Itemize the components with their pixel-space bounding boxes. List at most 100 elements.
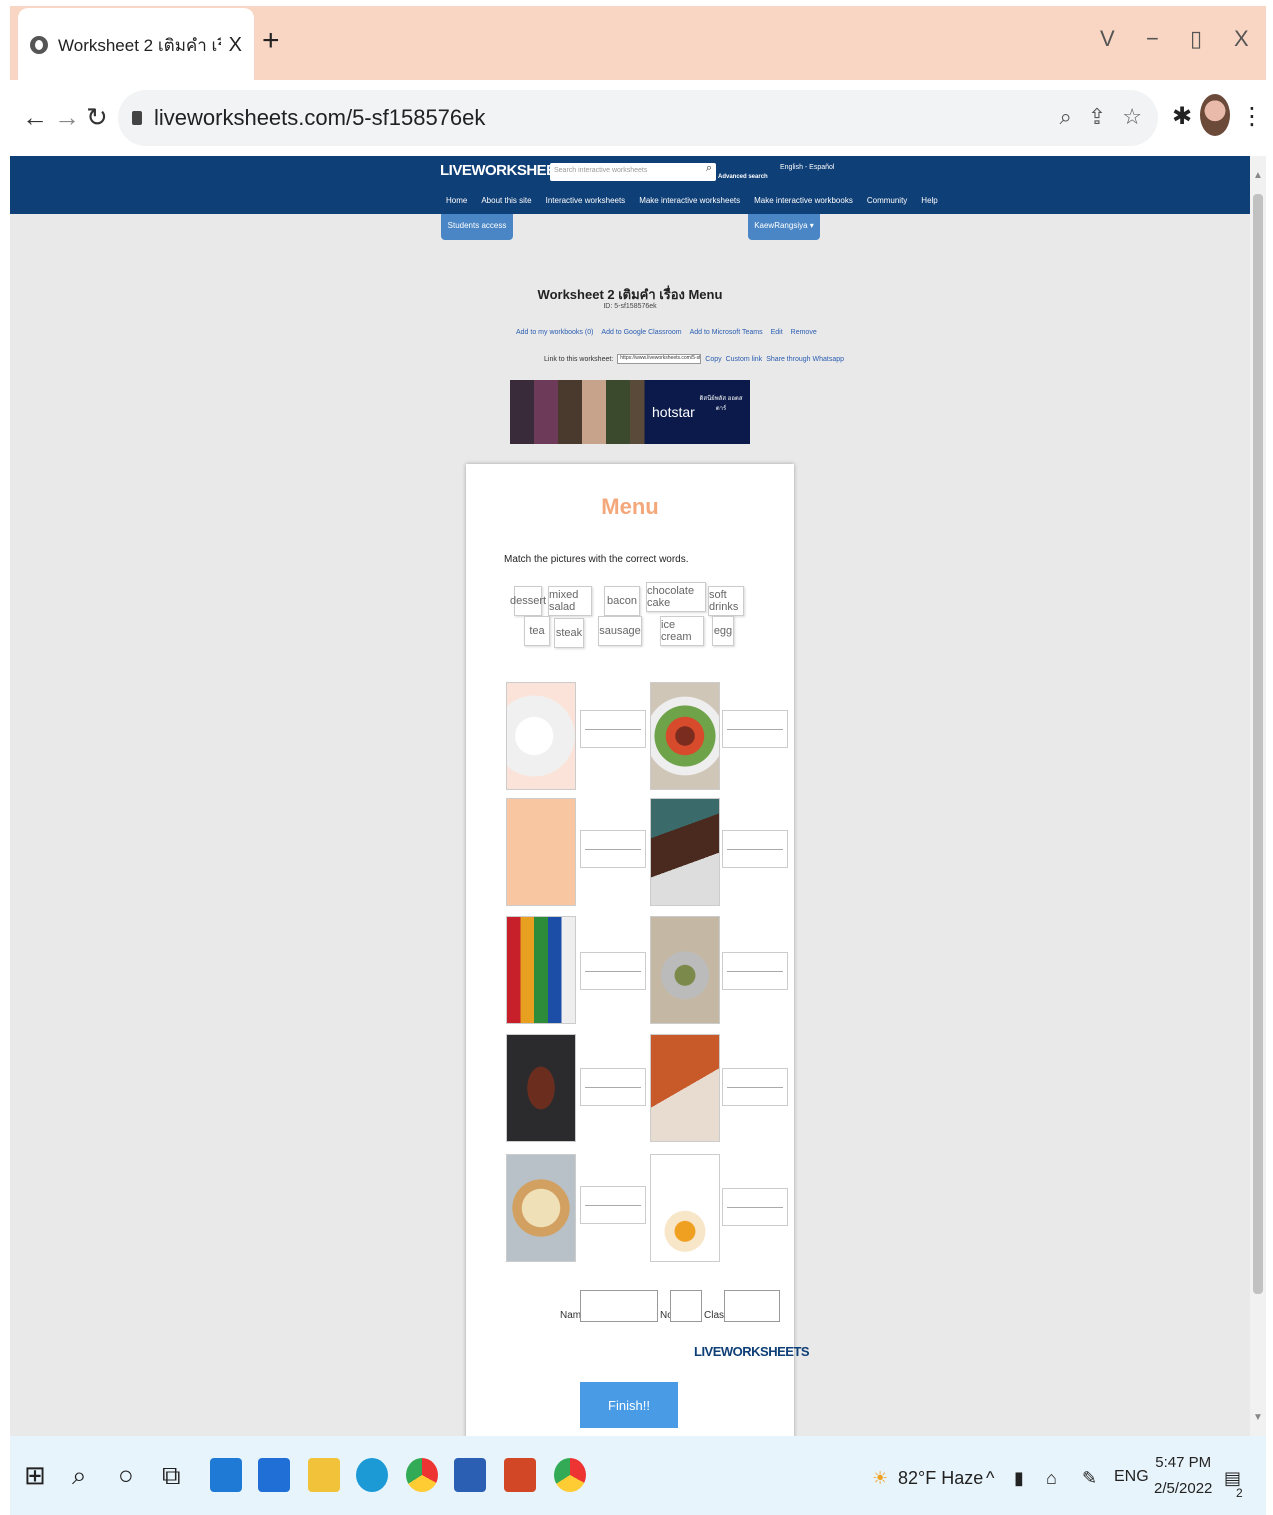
name-field[interactable]: [580, 1290, 658, 1322]
share-whatsapp-link[interactable]: Share through Whatsapp: [766, 356, 844, 363]
nav-interactive-worksheets[interactable]: Interactive worksheets: [546, 196, 626, 205]
word-card[interactable]: bacon: [604, 586, 640, 616]
url-text: liveworksheets.com/5-sf158576ek: [154, 105, 486, 130]
nav-make-workbooks[interactable]: Make interactive workbooks: [754, 196, 853, 205]
extensions-puzzle-icon[interactable]: ✱: [1172, 102, 1192, 131]
word-card[interactable]: chocolate cake: [646, 582, 706, 612]
user-menu-button[interactable]: KaewRangsiya ▾: [748, 214, 820, 240]
word-card[interactable]: dessert: [510, 586, 546, 616]
sheet-instruction: Match the pictures with the correct word…: [504, 554, 689, 565]
add-to-teams-link[interactable]: Add to Microsoft Teams: [690, 329, 763, 336]
page-viewport: LIVEWORKSHEETS Search interactive worksh…: [10, 156, 1250, 1436]
restore-button[interactable]: ▯: [1190, 26, 1202, 52]
line-app-icon[interactable]: [258, 1458, 290, 1492]
zoom-icon[interactable]: ⌕: [1060, 104, 1072, 130]
word-card[interactable]: tea: [524, 616, 550, 646]
nav-community[interactable]: Community: [867, 196, 907, 205]
search-icon[interactable]: ⌕: [706, 162, 712, 175]
word-card[interactable]: mixed salad: [548, 586, 592, 616]
class-field[interactable]: [724, 1290, 780, 1322]
new-tab-button[interactable]: +: [262, 24, 280, 58]
windows-start-icon[interactable]: ⊞: [24, 1460, 46, 1491]
site-nav: Home About this site Interactive workshe…: [446, 196, 938, 205]
mail-icon[interactable]: [210, 1458, 242, 1492]
answer-box[interactable]: [580, 710, 646, 748]
nav-help[interactable]: Help: [921, 196, 937, 205]
advanced-search-link[interactable]: Advanced search: [718, 174, 768, 180]
add-to-google-classroom-link[interactable]: Add to Google Classroom: [601, 329, 681, 336]
edit-link[interactable]: Edit: [771, 329, 783, 336]
word-card[interactable]: soft drinks: [708, 586, 744, 616]
answer-box[interactable]: [722, 952, 788, 990]
chrome-profile-icon[interactable]: [554, 1458, 586, 1492]
edge-icon[interactable]: [356, 1458, 388, 1492]
tab-close-icon[interactable]: X: [229, 34, 242, 57]
answer-box[interactable]: [580, 952, 646, 990]
picture-sausage: [650, 1034, 720, 1142]
site-favicon-icon: [30, 36, 48, 54]
network-icon[interactable]: ⌂: [1046, 1468, 1057, 1489]
add-to-workbooks-link[interactable]: Add to my workbooks (0): [516, 329, 593, 336]
nav-home[interactable]: Home: [446, 196, 467, 205]
page-scrollbar[interactable]: ▲ ▼: [1250, 156, 1266, 1436]
language-links[interactable]: English - Español: [780, 164, 834, 171]
answer-box[interactable]: [722, 710, 788, 748]
custom-link[interactable]: Custom link: [726, 356, 763, 363]
answer-box[interactable]: [722, 830, 788, 868]
powerpoint-icon[interactable]: [504, 1458, 536, 1492]
system-clock[interactable]: 5:47 PM 2/5/2022: [1154, 1450, 1212, 1502]
close-window-button[interactable]: X: [1234, 26, 1249, 52]
browser-tab[interactable]: Worksheet 2 เติมคำ เรื่อง Menu wo X: [18, 8, 254, 82]
worksheet-link-row: Link to this worksheet: https://www.live…: [544, 354, 844, 364]
menu-kebab-icon[interactable]: ⋮: [1240, 102, 1264, 131]
students-access-button[interactable]: Students access: [441, 214, 513, 240]
share-icon[interactable]: ⇪: [1088, 104, 1106, 130]
answer-box[interactable]: [580, 830, 646, 868]
weather-text[interactable]: 82°F Haze: [898, 1468, 983, 1489]
pen-icon[interactable]: ✎: [1082, 1468, 1097, 1489]
clock-time: 5:47 PM: [1155, 1454, 1212, 1471]
scroll-thumb[interactable]: [1253, 194, 1263, 1294]
address-bar[interactable]: liveworksheets.com/5-sf158576ek ⌕ ⇪ ☆: [118, 90, 1158, 146]
word-card[interactable]: steak: [554, 618, 584, 648]
word-icon[interactable]: [454, 1458, 486, 1492]
remove-link[interactable]: Remove: [791, 329, 817, 336]
minimize-button[interactable]: −: [1146, 26, 1159, 52]
copy-link[interactable]: Copy: [705, 356, 721, 363]
word-card[interactable]: ice cream: [660, 616, 704, 646]
worksheet-link-field[interactable]: https://www.liveworksheets.com/5-sf15857…: [617, 354, 702, 364]
answer-box[interactable]: [722, 1188, 788, 1226]
banner-tagline: ดิสนีย์พลัส ฮอตสตาร์: [699, 396, 743, 412]
answer-box[interactable]: [722, 1068, 788, 1106]
answer-box[interactable]: [580, 1068, 646, 1106]
cortana-icon[interactable]: ○: [118, 1460, 134, 1491]
tray-chevron-icon[interactable]: ^: [986, 1468, 994, 1489]
bookmark-star-icon[interactable]: ☆: [1122, 104, 1142, 130]
site-search-input[interactable]: Search interactive worksheets: [550, 163, 716, 181]
number-field[interactable]: [670, 1290, 702, 1322]
scroll-down-icon[interactable]: ▼: [1253, 1412, 1263, 1423]
tab-search-icon[interactable]: V: [1100, 26, 1115, 52]
forward-arrow-icon[interactable]: →: [54, 102, 80, 133]
word-card[interactable]: sausage: [598, 616, 642, 646]
finish-button[interactable]: Finish!!: [580, 1382, 678, 1428]
chrome-icon[interactable]: [406, 1458, 438, 1492]
profile-avatar[interactable]: [1200, 94, 1230, 136]
task-view-icon[interactable]: ⧉: [162, 1460, 181, 1492]
scroll-up-icon[interactable]: ▲: [1253, 170, 1263, 181]
picture-ice-cream: [506, 1154, 576, 1262]
picture-dessert: [506, 682, 576, 790]
footer-logo[interactable]: LIVEWORKSHEETS: [694, 1344, 810, 1359]
worksheet-actions: Add to my workbooks (0) Add to Google Cl…: [516, 329, 817, 336]
battery-icon[interactable]: ▮: [1014, 1468, 1024, 1489]
file-explorer-icon[interactable]: [308, 1458, 340, 1492]
word-card[interactable]: egg: [712, 616, 734, 646]
nav-about[interactable]: About this site: [481, 196, 531, 205]
nav-make-worksheets[interactable]: Make interactive worksheets: [639, 196, 740, 205]
back-arrow-icon[interactable]: ←: [22, 102, 48, 133]
input-language[interactable]: ENG: [1114, 1468, 1149, 1486]
reload-icon[interactable]: ↻: [86, 102, 108, 133]
search-icon[interactable]: ⌕: [72, 1460, 87, 1492]
answer-box[interactable]: [580, 1186, 646, 1224]
weather-icon[interactable]: ☀: [872, 1468, 888, 1489]
